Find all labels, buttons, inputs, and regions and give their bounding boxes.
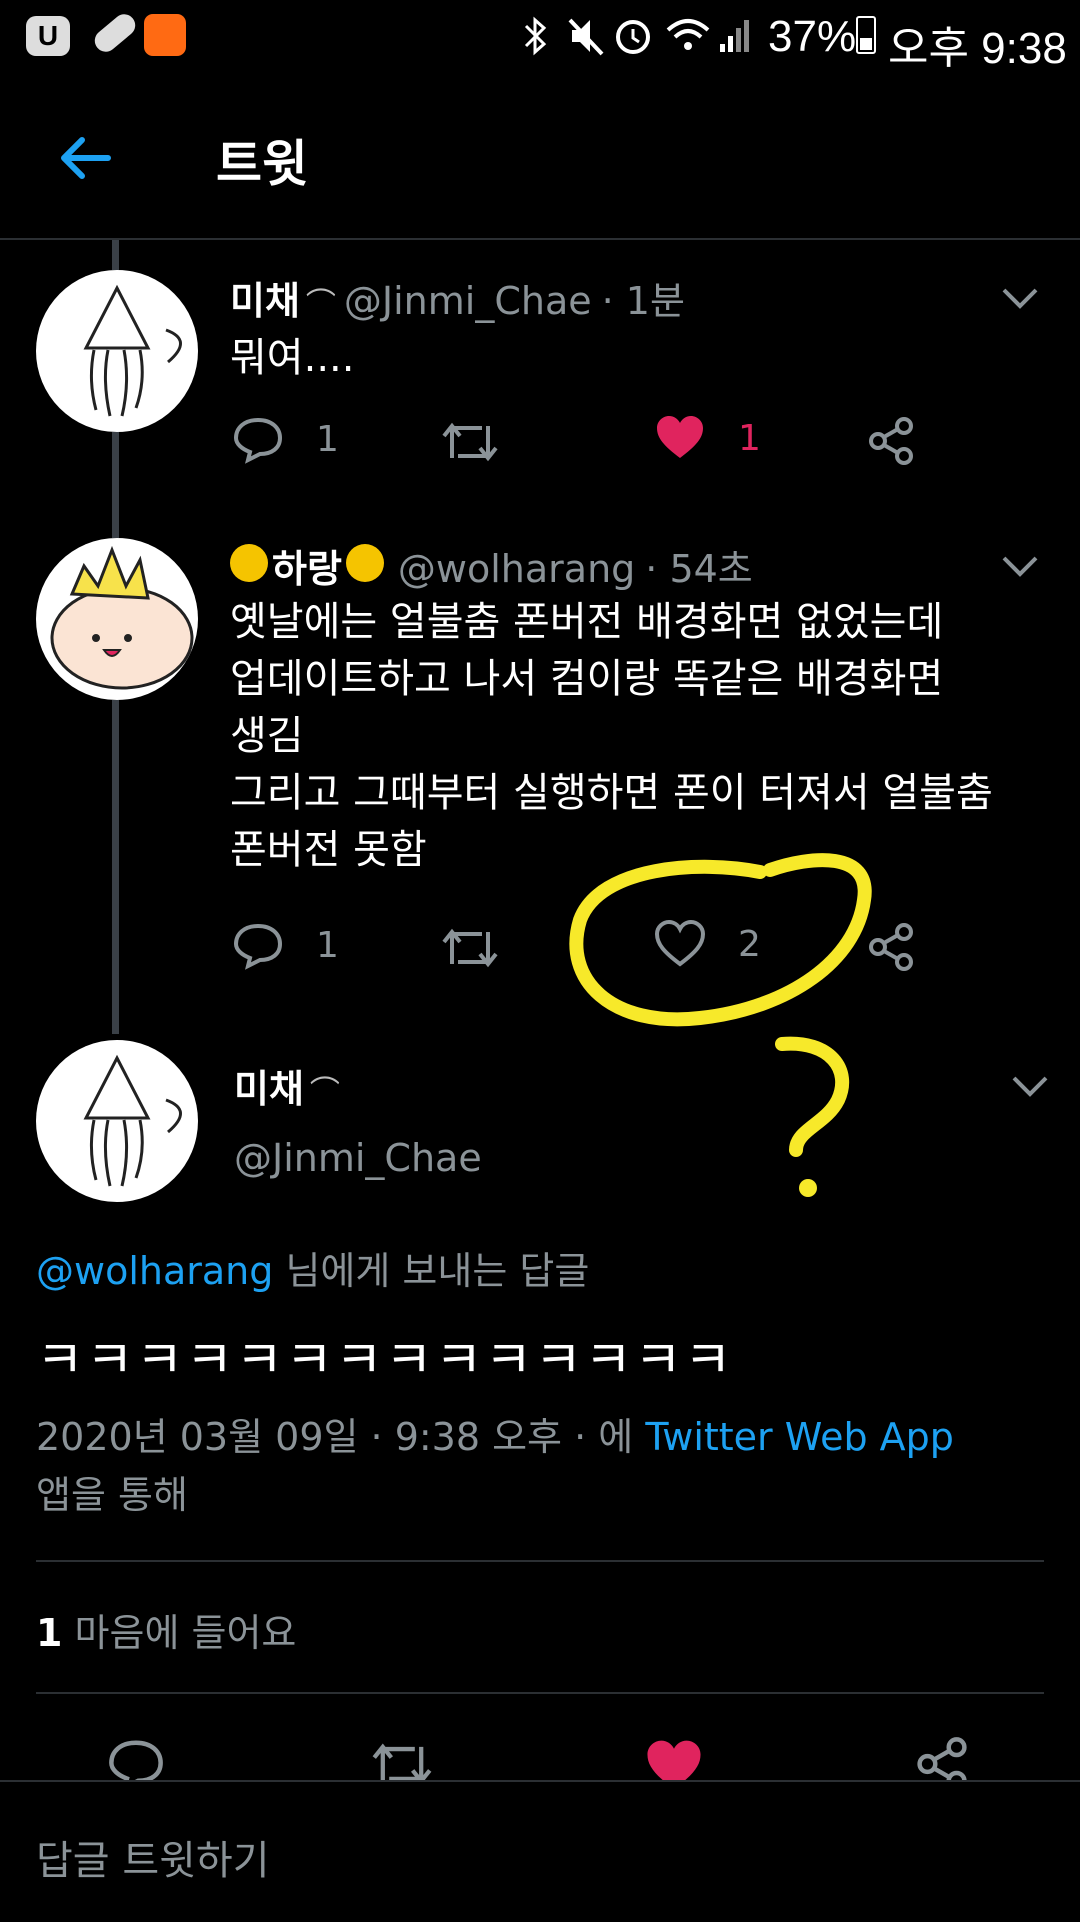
battery-percent: 37% [768, 12, 857, 61]
sun-emoji-icon [230, 544, 268, 582]
tweet-header: 미채 ⌒ @Jinmi_Chae · 1분 [230, 270, 685, 325]
thread-line [112, 240, 119, 270]
source-suffix: 앱을 통해 [36, 1473, 188, 1517]
chevron-down-icon[interactable] [1000, 286, 1040, 310]
jellyfish-avatar-icon [83, 1054, 182, 1187]
source-app-link[interactable]: Twitter Web App [645, 1415, 954, 1459]
main-actions [0, 1700, 1080, 1780]
bluetooth-icon [524, 16, 547, 56]
wifi-icon [666, 19, 710, 50]
battery-icon [856, 16, 876, 54]
tweet-text: 옛날에는 얼불춤 폰버전 배경화면 없었는데 업데이트하고 나서 컴이랑 똑같은… [230, 594, 993, 879]
app-notification-icon [144, 14, 186, 56]
display-name: 미채 [230, 279, 300, 323]
reply-button[interactable]: 1 [232, 414, 339, 464]
reply-to-handle[interactable]: @wolharang [36, 1249, 273, 1293]
heart-emoji-icon: ⌒ [309, 1075, 340, 1110]
annotation-question-mark [775, 1036, 850, 1157]
main-tweet-text: ㅋㅋㅋㅋㅋㅋㅋㅋㅋㅋㅋㅋㅋㅋ [36, 1331, 734, 1391]
display-name: 하랑 [272, 547, 342, 591]
avatar[interactable] [36, 270, 198, 432]
reply-button[interactable]: 1 [232, 920, 339, 970]
tweet-line: 옛날에는 얼불춤 폰버전 배경화면 없었는데 [230, 599, 944, 645]
reply-icon [233, 923, 283, 970]
handle: @wolharang [397, 547, 636, 591]
share-icon[interactable] [914, 1736, 970, 1780]
heart-emoji-icon: ⌒ [305, 287, 336, 322]
header: 트윗 [0, 72, 1080, 240]
main-tweet-name: 미채 ⌒ [234, 1058, 340, 1113]
retweet-icon[interactable] [440, 418, 500, 466]
tweet-line: 폰버전 못함 [230, 827, 427, 873]
avatar[interactable] [36, 1040, 198, 1202]
tweet-line: 생김 [230, 713, 304, 759]
display-name: 미채 [234, 1067, 304, 1111]
likes-summary[interactable]: 1 마음에 들어요 [36, 1602, 296, 1657]
crown-blob-avatar-icon [50, 545, 194, 690]
like-button[interactable]: 2 [654, 920, 761, 968]
chevron-down-icon[interactable] [1010, 1074, 1050, 1098]
tweet-time: · 54초 [645, 547, 753, 591]
alarm-icon [616, 20, 650, 54]
tweet-header: 하랑 @wolharang · 54초 [230, 538, 753, 593]
sun-emoji-icon [345, 544, 384, 582]
annotation-question-dot [799, 1179, 817, 1197]
back-arrow-icon[interactable] [58, 134, 114, 182]
reply-context: @wolharang 님에게 보내는 답글 [36, 1240, 589, 1295]
mute-icon [568, 18, 604, 56]
divider [36, 1692, 1044, 1694]
jellyfish-avatar-icon [83, 284, 182, 417]
reply-count: 1 [316, 924, 339, 966]
reply-bar[interactable]: 답글 트윗하기 [0, 1780, 1080, 1922]
reply-icon [233, 417, 283, 464]
retweet-icon[interactable] [370, 1738, 434, 1780]
likes-count: 1 [36, 1611, 63, 1655]
tweet-line: 그리고 그때부터 실행하면 폰이 터져서 얼불춤 [230, 770, 993, 816]
handle: @Jinmi_Chae [234, 1136, 482, 1180]
timestamp-text: 2020년 03월 09일 · 9:38 오후 · 에 [36, 1415, 646, 1459]
heart-outline-icon [654, 920, 706, 967]
page-title: 트윗 [216, 135, 308, 193]
share-icon[interactable] [866, 416, 916, 466]
status-bar: U 37% 오후 9:38 [0, 0, 1080, 73]
tweet-text: 뭐여.... [230, 335, 355, 381]
bandage-icon [90, 9, 140, 57]
clock: 오후 9:38 [888, 24, 1067, 73]
tweet-line: 업데이트하고 나서 컴이랑 똑같은 배경화면 [230, 656, 944, 702]
u-plus-icon: U [26, 16, 70, 56]
chevron-down-icon[interactable] [1000, 554, 1040, 578]
tweet-time: · 1분 [601, 279, 685, 323]
reply-count: 1 [316, 418, 339, 460]
timestamp: 2020년 03월 09일 · 9:38 오후 · 에 Twitter Web … [36, 1408, 1036, 1524]
like-count: 1 [738, 417, 761, 459]
heart-filled-icon[interactable] [644, 1738, 704, 1780]
thread-line [112, 432, 119, 538]
heart-filled-icon [657, 416, 703, 458]
like-button[interactable]: 1 [654, 414, 761, 462]
retweet-icon[interactable] [440, 924, 500, 972]
reply-input[interactable]: 답글 트윗하기 [36, 1828, 270, 1886]
share-icon[interactable] [866, 922, 916, 972]
avatar[interactable] [36, 538, 198, 700]
divider [36, 1560, 1044, 1562]
thread-line [112, 700, 119, 1034]
likes-label: 마음에 들어요 [62, 1611, 297, 1655]
like-count: 2 [738, 923, 761, 965]
reply-icon[interactable] [106, 1736, 166, 1780]
reply-to-suffix: 님에게 보내는 답글 [273, 1249, 590, 1293]
signal-icon [720, 20, 749, 52]
handle: @Jinmi_Chae [343, 279, 592, 323]
